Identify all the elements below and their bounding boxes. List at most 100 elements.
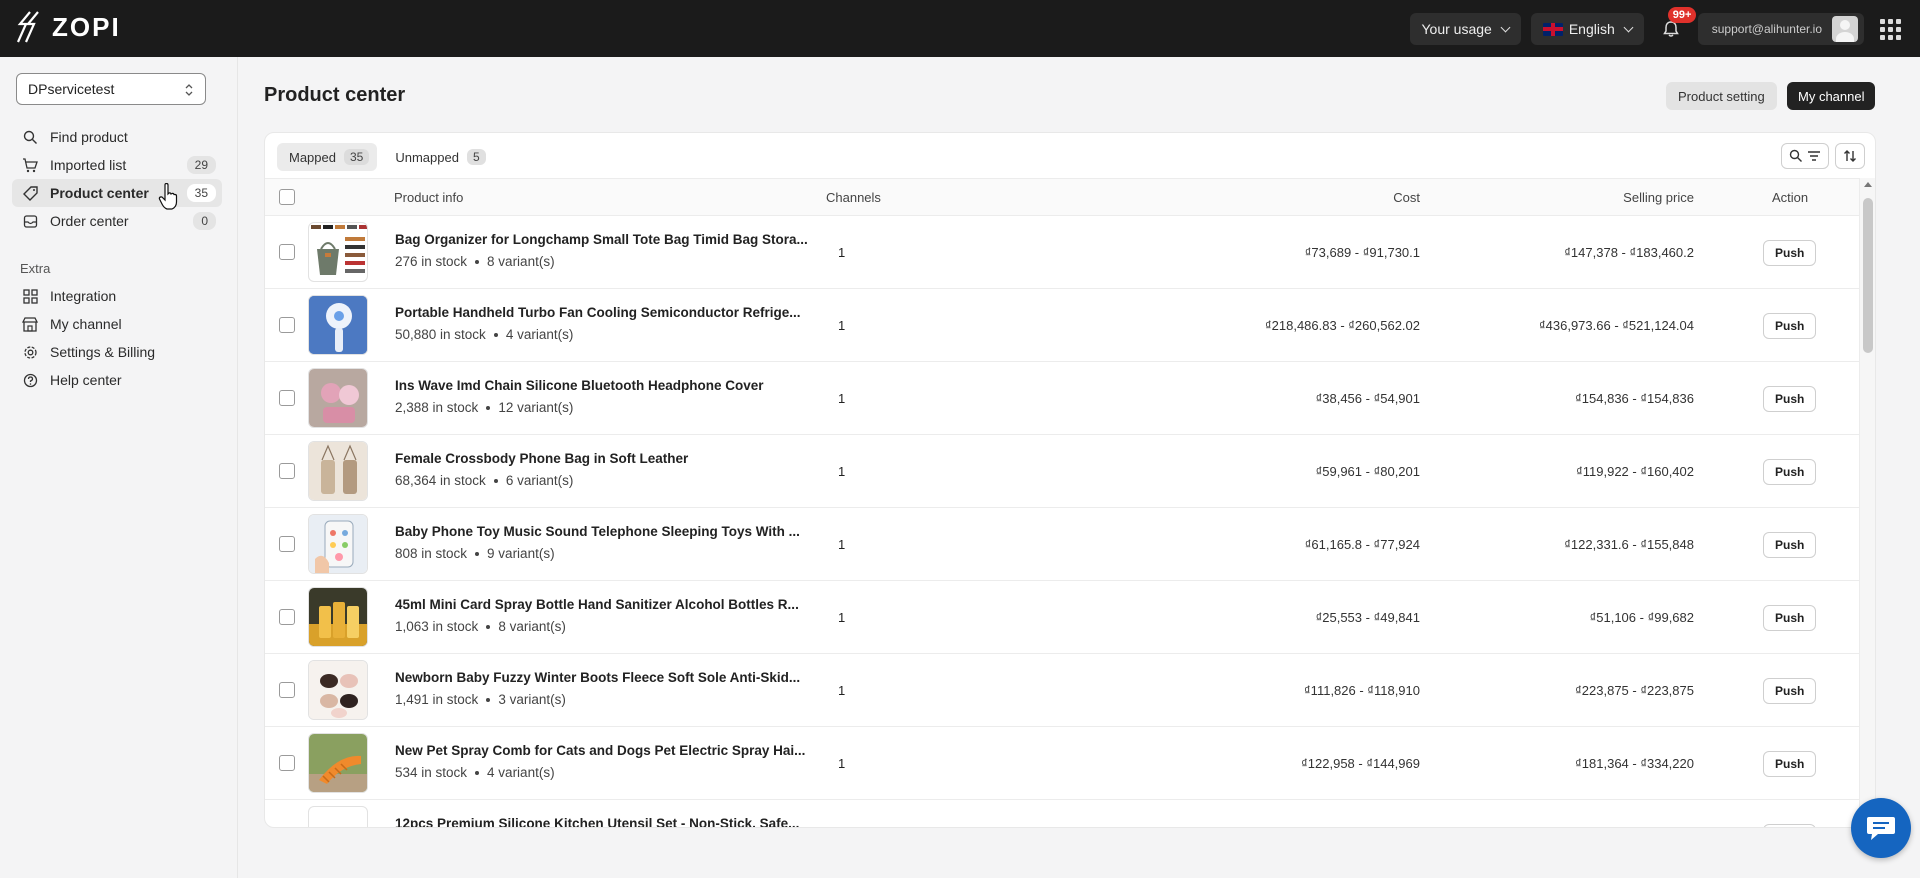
my-channel-button[interactable]: My channel (1787, 82, 1876, 110)
table-row: Bag Organizer for Longchamp Small Tote B… (265, 216, 1860, 289)
grid-icon (22, 288, 38, 304)
apps-grid-icon[interactable] (1874, 13, 1906, 45)
store-icon (22, 316, 38, 332)
product-setting-button[interactable]: Product setting (1666, 82, 1777, 110)
product-name[interactable]: Female Crossbody Phone Bag in Soft Leath… (395, 451, 688, 466)
usage-dropdown[interactable]: Your usage (1409, 13, 1521, 45)
cost-range: ₫218,486.83 - ₫260,562.02 (1264, 318, 1420, 333)
cart-icon (22, 157, 38, 173)
selling-price-range: ₫51,106 - ₫99,682 (1589, 610, 1694, 625)
row-checkbox[interactable] (279, 682, 295, 698)
product-thumbnail[interactable] (308, 660, 368, 720)
sidebar-item-integration[interactable]: Integration (12, 282, 222, 310)
column-header-selling-price: Selling price (1623, 190, 1694, 205)
product-name[interactable]: Newborn Baby Fuzzy Winter Boots Fleece S… (395, 670, 800, 685)
push-button[interactable]: Push (1763, 824, 1817, 827)
brand-name: ZOPI (52, 11, 121, 42)
push-button[interactable]: Push (1763, 532, 1817, 558)
product-thumbnail[interactable] (308, 441, 368, 501)
product-stock-info: 68,364 in stock 6 variant(s) (395, 473, 573, 488)
brand-logo[interactable]: ZOPI (16, 10, 121, 44)
sidebar-item-order-center[interactable]: Order center 0 (12, 207, 222, 235)
search-filter-button[interactable] (1781, 143, 1829, 169)
cost-range: ₫38,456 - ₫54,901 (1315, 391, 1420, 406)
product-thumbnail[interactable] (308, 222, 368, 282)
push-button[interactable]: Push (1763, 386, 1817, 412)
product-thumbnail[interactable] (308, 733, 368, 793)
stock-count: 50,880 in stock (395, 327, 486, 342)
push-button[interactable]: Push (1763, 605, 1817, 631)
product-name[interactable]: 12pcs Premium Silicone Kitchen Utensil S… (395, 816, 799, 827)
table-scrollbar[interactable] (1859, 178, 1875, 827)
row-checkbox[interactable] (279, 609, 295, 625)
channel-count: 1 (838, 318, 846, 333)
product-stock-info: 1,063 in stock 8 variant(s) (395, 619, 566, 634)
tab-count: 35 (343, 149, 370, 165)
store-selector[interactable]: DPservicetest (16, 73, 206, 105)
sort-button[interactable] (1835, 143, 1865, 169)
stock-count: 276 in stock (395, 254, 468, 269)
extra-nav: Integration My channel Settings & Billin… (12, 282, 222, 394)
product-thumbnail[interactable] (308, 587, 368, 647)
table-header: Product info Channels Cost Selling price… (265, 178, 1860, 216)
nav-count-badge: 0 (193, 212, 216, 230)
channel-count: 1 (838, 756, 846, 771)
tab-bar: Mapped 35 Unmapped 5 (277, 143, 494, 171)
notifications-button[interactable]: 99+ (1654, 7, 1697, 45)
language-dropdown[interactable]: English (1530, 13, 1644, 45)
push-button[interactable]: Push (1763, 240, 1817, 266)
sidebar-item-settings-billing[interactable]: Settings & Billing (12, 338, 222, 366)
row-checkbox[interactable] (279, 536, 295, 552)
selling-price-range: ₫223,875 - ₫223,875 (1575, 683, 1694, 698)
product-stock-info: 276 in stock 8 variant(s) (395, 254, 555, 269)
product-thumbnail[interactable] (308, 368, 368, 428)
scrollbar-thumb[interactable] (1863, 198, 1873, 353)
tab-unmapped[interactable]: Unmapped 5 (383, 143, 493, 171)
tag-icon (22, 185, 38, 201)
row-checkbox[interactable] (279, 463, 295, 479)
push-button[interactable]: Push (1763, 313, 1817, 339)
sidebar-item-help-center[interactable]: Help center (12, 366, 222, 394)
row-checkbox[interactable] (279, 244, 295, 260)
variant-count: 6 variant(s) (505, 473, 574, 488)
sort-arrows-icon (1844, 150, 1856, 162)
product-name[interactable]: Bag Organizer for Longchamp Small Tote B… (395, 232, 808, 247)
row-checkbox[interactable] (279, 317, 295, 333)
sidebar-item-my-channel[interactable]: My channel (12, 310, 222, 338)
row-checkbox[interactable] (279, 755, 295, 771)
push-button[interactable]: Push (1763, 751, 1817, 777)
chat-support-button[interactable] (1851, 798, 1911, 858)
avatar (1832, 16, 1858, 42)
product-thumbnail[interactable] (308, 806, 368, 827)
chat-bubble-icon (1867, 817, 1895, 840)
push-button[interactable]: Push (1763, 459, 1817, 485)
account-menu[interactable]: support@alihunter.io (1697, 13, 1864, 45)
product-name[interactable]: Baby Phone Toy Music Sound Telephone Sle… (395, 524, 800, 539)
table-row: Portable Handheld Turbo Fan Cooling Semi… (265, 289, 1860, 362)
product-name[interactable]: New Pet Spray Comb for Cats and Dogs Pet… (395, 743, 805, 758)
cost-range: ₫73,689 - ₫91,730.1 (1304, 245, 1420, 260)
scroll-up-arrow-icon[interactable] (1864, 182, 1872, 187)
product-name[interactable]: 45ml Mini Card Spray Bottle Hand Sanitiz… (395, 597, 799, 612)
chevron-down-icon (1500, 22, 1511, 32)
store-name: DPservicetest (28, 81, 115, 97)
sidebar-item-imported-list[interactable]: Imported list 29 (12, 151, 222, 179)
search-icon (22, 129, 38, 145)
sidebar-item-label: Find product (50, 129, 128, 145)
sidebar-item-label: Order center (50, 213, 129, 229)
sidebar-section-extra: Extra (20, 261, 51, 276)
sidebar-item-product-center[interactable]: Product center 35 (12, 179, 222, 207)
sidebar-item-find-product[interactable]: Find product (12, 123, 222, 151)
product-name[interactable]: Portable Handheld Turbo Fan Cooling Semi… (395, 305, 801, 320)
product-name[interactable]: Ins Wave Imd Chain Silicone Bluetooth He… (395, 378, 764, 393)
select-all-checkbox[interactable] (279, 189, 295, 205)
table-row: 45ml Mini Card Spray Bottle Hand Sanitiz… (265, 581, 1860, 654)
product-thumbnail[interactable] (308, 295, 368, 355)
channel-count: 1 (838, 537, 846, 552)
tab-mapped[interactable]: Mapped 35 (277, 143, 378, 171)
cost-range: ₫25,553 - ₫49,841 (1315, 610, 1420, 625)
table-row: Ins Wave Imd Chain Silicone Bluetooth He… (265, 362, 1860, 435)
product-thumbnail[interactable] (308, 514, 368, 574)
row-checkbox[interactable] (279, 390, 295, 406)
push-button[interactable]: Push (1763, 678, 1817, 704)
